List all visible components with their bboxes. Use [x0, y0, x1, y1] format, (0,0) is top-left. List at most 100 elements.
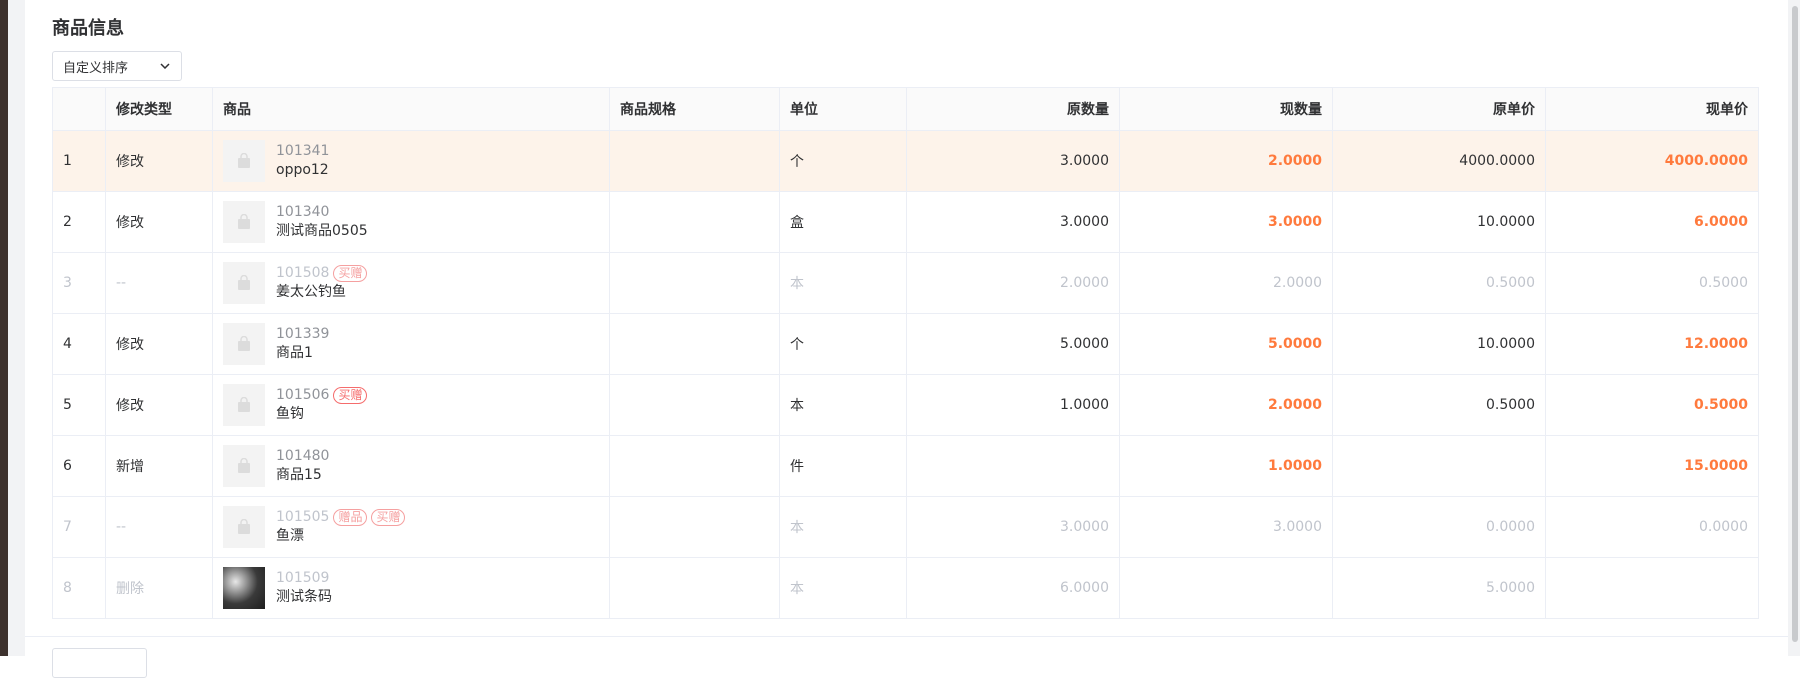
- product-name: 鱼钩: [276, 406, 304, 422]
- row-unit: 件: [780, 436, 907, 496]
- row-unit: 本: [780, 558, 907, 618]
- product-thumb-placeholder: [223, 262, 265, 304]
- window-left-edge: [0, 0, 8, 656]
- table-row[interactable]: 5 修改 101506 买赠 鱼钩本 1.0000 2.0000 0.5000 0.5000: [53, 375, 1758, 436]
- product-table: 修改类型 商品 商品规格 单位 原数量 现数量 原单价 现单价 1 修改 10134…: [52, 87, 1759, 619]
- row-product: 101505 赠品 买赠 鱼漂: [213, 497, 610, 557]
- product-code: 101341: [276, 143, 330, 159]
- row-orig-price: 0.0000: [1333, 497, 1546, 557]
- header-curr-qty: 现数量: [1120, 88, 1333, 130]
- product-info: 101340 测试商品0505: [223, 201, 368, 243]
- row-type: 修改: [106, 314, 213, 374]
- row-orig-qty: 6.0000: [907, 558, 1120, 618]
- row-curr-qty: 3.0000: [1120, 497, 1333, 557]
- row-type: 修改: [106, 375, 213, 435]
- table-row[interactable]: 1 修改 101341 oppo12 个 3.0000 2.0000 4000.0000 400…: [53, 131, 1758, 192]
- row-orig-price: 4000.0000: [1333, 131, 1546, 191]
- product-name: oppo12: [276, 162, 329, 178]
- row-spec: [610, 497, 780, 557]
- product-thumb-placeholder: [223, 323, 265, 365]
- bag-icon: [238, 214, 250, 229]
- table-row[interactable]: 6 新增 101480 商品15 件 1.0000 15.0000: [53, 436, 1758, 497]
- product-name: 测试商品0505: [276, 223, 368, 239]
- header-curr-price: 现单价: [1706, 102, 1748, 118]
- chevron-down-icon: [159, 60, 171, 72]
- header-unit: 单位: [780, 88, 907, 130]
- row-curr-qty: 2.0000: [1120, 375, 1333, 435]
- scrollbar-thumb[interactable]: [1792, 6, 1798, 642]
- row-orig-price: 0.5000: [1333, 253, 1546, 313]
- bottom-button[interactable]: [52, 648, 147, 678]
- row-curr-qty: 2.0000: [1120, 253, 1333, 313]
- row-curr-qty: 1.0000: [1120, 436, 1333, 496]
- table-row[interactable]: 3 -- 101508 买赠 姜太公钓鱼本 2.0000 2.0000 0.5000 0.500…: [53, 253, 1758, 314]
- header-type: 修改类型: [106, 88, 213, 130]
- product-thumb-placeholder: [223, 445, 265, 487]
- product-code: 101509: [276, 570, 330, 586]
- row-curr-price: 15.0000: [1684, 458, 1748, 474]
- product-info: 101508 买赠姜太公钓鱼: [223, 262, 368, 304]
- product-name: 鱼漂: [276, 528, 304, 544]
- row-orig-qty: 3.0000: [907, 131, 1120, 191]
- row-curr-price: 4000.0000: [1664, 153, 1748, 169]
- row-orig-qty: [907, 436, 1120, 496]
- bag-icon: [238, 397, 250, 412]
- table-row[interactable]: 4 修改 101339 商品1 个 5.0000 5.0000 10.0000 12.0000: [53, 314, 1758, 375]
- row-unit: 个: [780, 314, 907, 374]
- row-spec: [610, 253, 780, 313]
- header-orig-price: 原单价: [1333, 88, 1546, 130]
- bag-icon: [238, 519, 250, 534]
- product-tag: 买赠: [333, 387, 368, 404]
- row-product: 101340 测试商品0505: [213, 192, 610, 252]
- header-orig-qty: 原数量: [907, 88, 1120, 130]
- row-product: 101339 商品1: [213, 314, 610, 374]
- row-type: 新增: [106, 436, 213, 496]
- row-orig-qty: 3.0000: [907, 192, 1120, 252]
- row-spec: [610, 436, 780, 496]
- row-curr-price: [1546, 558, 1758, 618]
- product-name: 测试条码: [276, 589, 332, 605]
- sort-select[interactable]: 自定义排序: [52, 51, 182, 81]
- product-tag: 买赠: [371, 509, 406, 526]
- product-tag: 买赠: [333, 265, 368, 282]
- main-content: 商品信息 自定义排序 修改类型 商品 商品规格 单位 原数量 现数量 原单价 现…: [25, 0, 1788, 678]
- row-orig-price: 10.0000: [1333, 192, 1546, 252]
- row-product: 101506 买赠鱼钩: [213, 375, 610, 435]
- scrollbar-track[interactable]: [1788, 0, 1800, 656]
- product-code: 101505: [276, 509, 330, 525]
- product-info: 101339 商品1: [223, 323, 329, 365]
- row-spec: [610, 558, 780, 618]
- header-spec: 商品规格: [610, 88, 780, 130]
- row-curr-price: 0.5000: [1693, 397, 1748, 413]
- product-code: 101480: [276, 448, 330, 464]
- row-spec: [610, 192, 780, 252]
- row-type: 修改: [106, 192, 213, 252]
- product-code: 101339: [276, 326, 330, 342]
- row-type: 删除: [106, 558, 213, 618]
- row-orig-qty: 3.0000: [907, 497, 1120, 557]
- row-unit: 本: [780, 497, 907, 557]
- product-info: 101341 oppo12: [223, 140, 329, 182]
- product-name: 姜太公钓鱼: [276, 284, 346, 300]
- row-curr-price: 0.5000: [1699, 275, 1748, 291]
- table-row[interactable]: 2 修改 101340 测试商品0505 盒 3.0000 3.0000 10.0000 6.0…: [53, 192, 1758, 253]
- divider: [25, 636, 1788, 637]
- product-code: 101340: [276, 204, 330, 220]
- product-name: 商品1: [276, 345, 313, 361]
- sort-select-value: 自定义排序: [63, 60, 129, 76]
- section-title: 商品信息: [52, 18, 124, 39]
- bag-icon: [238, 336, 250, 351]
- row-product: 101480 商品15: [213, 436, 610, 496]
- product-code: 101508: [276, 265, 330, 281]
- product-thumb-placeholder: [223, 506, 265, 548]
- row-orig-qty: 1.0000: [907, 375, 1120, 435]
- table-row[interactable]: 8 删除 101509 测试条码 本 6.0000 5.0000: [53, 558, 1758, 618]
- bag-icon: [238, 153, 250, 168]
- row-orig-qty: 5.0000: [907, 314, 1120, 374]
- table-row[interactable]: 7 -- 101505 赠品 买赠 鱼漂本 3.0000 3.0000 0.0000 0.0000: [53, 497, 1758, 558]
- product-code: 101506: [276, 387, 330, 403]
- product-info: 101509 测试条码: [223, 567, 332, 609]
- product-image: [223, 567, 265, 609]
- table-header: 修改类型 商品 商品规格 单位 原数量 现数量 原单价 现单价: [53, 88, 1758, 131]
- row-curr-qty: 2.0000: [1120, 131, 1333, 191]
